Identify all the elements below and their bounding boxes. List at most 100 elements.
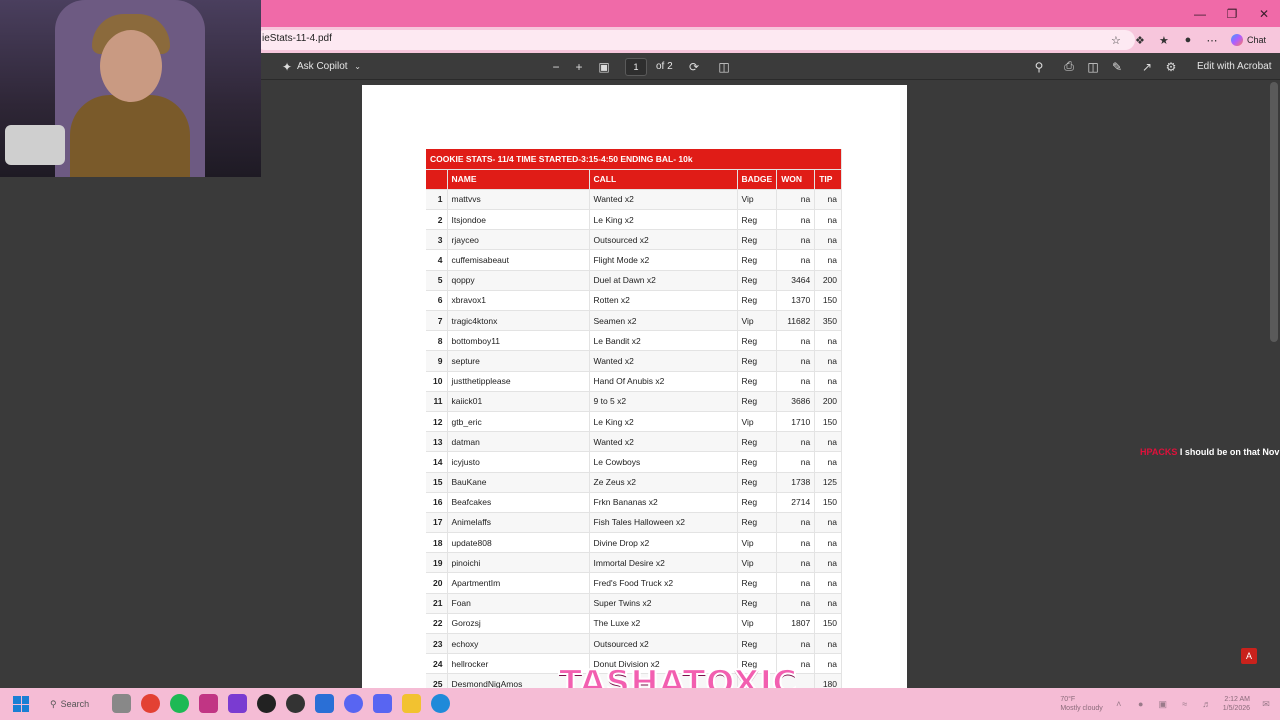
minimize-button[interactable]: — <box>1184 0 1216 27</box>
row-call: Wanted x2 <box>589 431 738 453</box>
row-tip: na <box>814 229 842 251</box>
media-player-icon[interactable] <box>257 694 276 713</box>
close-button[interactable]: ✕ <box>1248 0 1280 27</box>
settings-gear-icon[interactable]: ⚙ <box>1161 57 1181 77</box>
row-badge: Reg <box>737 593 778 614</box>
obs-icon[interactable] <box>286 694 305 713</box>
row-name: tragic4ktonx <box>447 310 590 332</box>
page-view-icon[interactable]: ◫ <box>714 57 734 77</box>
extensions-icon[interactable]: ❖ <box>1131 31 1149 49</box>
row-badge: Reg <box>737 633 778 655</box>
wifi-icon[interactable]: ≈ <box>1179 698 1191 710</box>
weather-widget[interactable]: 70°F Mostly cloudy <box>1060 695 1102 713</box>
spotify-icon[interactable] <box>170 694 189 713</box>
discord-icon[interactable] <box>344 694 363 713</box>
display-icon[interactable]: ▣ <box>1157 698 1169 710</box>
clock[interactable]: 2:12 AM 1/5/2026 <box>1223 695 1250 713</box>
row-number: 16 <box>426 492 448 513</box>
row-won: na <box>776 593 816 614</box>
search-icon: ⚲ <box>50 698 57 709</box>
row-badge: Vip <box>737 613 778 635</box>
row-name: pinoichi <box>447 552 590 574</box>
row-won: 3686 <box>776 391 816 412</box>
row-name: cuffemisabeaut <box>447 249 590 271</box>
restore-button[interactable]: ❐ <box>1216 0 1248 27</box>
copilot-icon: ✦ <box>281 59 293 74</box>
edit-with-acrobat-button[interactable]: Edit with Acrobat <box>1197 53 1271 80</box>
row-badge: Reg <box>737 391 778 412</box>
instagram-icon[interactable] <box>199 694 218 713</box>
taskbar-search[interactable]: ⚲ Search <box>50 696 89 712</box>
fit-to-page-icon[interactable]: ▣ <box>594 57 614 77</box>
table-title: COOKIE STATS- 11/4 TIME STARTED-3:15-4:5… <box>426 149 842 170</box>
mic-icon[interactable]: ● <box>1135 698 1147 710</box>
row-name: echoxy <box>447 633 590 655</box>
row-won: 11682 <box>776 310 816 332</box>
url-text[interactable]: ieStats-11-4.pdf <box>262 33 332 44</box>
row-badge: Vip <box>737 552 778 574</box>
row-number: 14 <box>426 451 448 473</box>
draw-icon[interactable]: ✎ <box>1107 57 1127 77</box>
edge-icon[interactable] <box>431 694 450 713</box>
row-badge: Reg <box>737 371 778 392</box>
row-badge: Reg <box>737 350 778 372</box>
row-won: na <box>776 431 816 453</box>
row-name: qoppy <box>447 270 590 291</box>
notification-bell-icon[interactable]: ✉ <box>1260 698 1272 710</box>
chrome-icon[interactable] <box>141 694 160 713</box>
volume-icon[interactable]: ♬ <box>1201 698 1213 710</box>
row-badge: Vip <box>737 532 778 554</box>
chevron-down-icon: ⌄ <box>354 62 361 71</box>
ask-copilot-button[interactable]: ✦ Ask Copilot ⌄ <box>277 53 368 80</box>
table-row: 4 cuffemisabeaut Flight Mode x2 Reg na na <box>426 249 842 271</box>
row-name: justthetipplease <box>447 371 590 392</box>
table-row: 9 septure Wanted x2 Reg na na <box>426 350 842 372</box>
chevron-up-icon[interactable]: ˄ <box>1113 698 1125 710</box>
row-won: na <box>776 209 816 231</box>
row-number: 4 <box>426 249 448 271</box>
row-badge: Reg <box>737 209 778 231</box>
row-tip: na <box>814 572 842 594</box>
row-tip: na <box>814 512 842 534</box>
table-header-row: NAME CALL BADGE WON TIP <box>426 169 842 190</box>
copilot-chat-button[interactable]: Chat <box>1227 34 1270 46</box>
row-badge: Vip <box>737 310 778 332</box>
windows-start-icon[interactable] <box>13 696 29 712</box>
table-row: 1 mattvvs Wanted x2 Vip na na <box>426 189 842 211</box>
fullscreen-icon[interactable]: ↗ <box>1137 57 1157 77</box>
ask-copilot-label: Ask Copilot <box>297 61 348 72</box>
header-badge: BADGE <box>737 169 778 190</box>
profile-avatar-icon[interactable]: ● <box>1179 31 1197 49</box>
discord-alt-icon[interactable] <box>373 694 392 713</box>
zoom-out-icon[interactable]: − <box>546 57 566 77</box>
favorite-star-icon[interactable]: ☆ <box>1107 31 1125 49</box>
file-explorer-icon[interactable] <box>402 694 421 713</box>
acrobat-icon[interactable]: A <box>1241 648 1257 664</box>
search-icon[interactable]: ⚲ <box>1029 57 1049 77</box>
row-number: 24 <box>426 653 448 675</box>
print-icon[interactable]: ⎙ <box>1059 57 1079 77</box>
streamer-face <box>100 30 162 102</box>
row-name: xbravox1 <box>447 290 590 312</box>
row-badge: Reg <box>737 472 778 493</box>
zoom-in-icon[interactable]: + <box>569 57 589 77</box>
clock-time: 2:12 AM <box>1224 696 1250 703</box>
url-field[interactable] <box>255 30 1135 50</box>
table-row: 7 tragic4ktonx Seamen x2 Vip 11682 350 <box>426 310 842 332</box>
row-call: Outsourced x2 <box>589 229 738 251</box>
notes-icon[interactable] <box>315 694 334 713</box>
favorites-icon[interactable]: ★ <box>1155 31 1173 49</box>
row-number: 12 <box>426 411 448 433</box>
chat-label: Chat <box>1246 35 1266 45</box>
page-number-input[interactable]: 1 <box>625 57 647 76</box>
task-view-icon[interactable] <box>112 694 131 713</box>
app-grid-icon[interactable] <box>228 694 247 713</box>
save-icon[interactable]: ◫ <box>1083 57 1103 77</box>
vertical-scrollbar[interactable] <box>1270 82 1278 342</box>
row-tip: na <box>814 371 842 392</box>
row-number: 7 <box>426 310 448 332</box>
more-options-icon[interactable]: ⋯ <box>1203 31 1221 49</box>
row-tip: na <box>814 249 842 271</box>
table-row: 22 Gorozsj The Luxe x2 Vip 1807 150 <box>426 613 842 635</box>
rotate-icon[interactable]: ⟳ <box>684 57 704 77</box>
